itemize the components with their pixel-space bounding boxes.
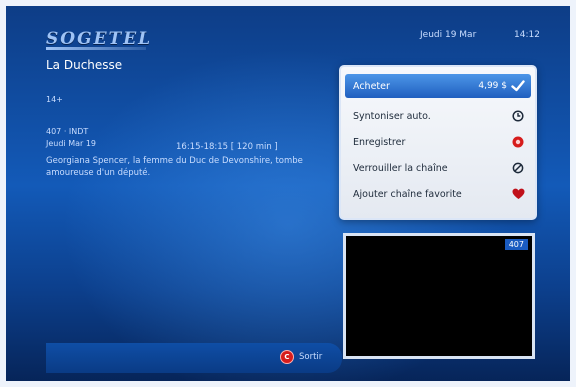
current-time: 14:12: [514, 30, 540, 40]
program-title: La Duchesse: [46, 58, 123, 72]
brand-logo: SOGETEL: [46, 29, 153, 49]
menu-item-label: Ajouter chaîne favorite: [353, 188, 462, 200]
heart-icon: [511, 187, 525, 201]
exit-key-icon: C: [280, 350, 294, 364]
program-rating: 14+: [46, 95, 63, 104]
menu-item-label: Acheter: [353, 80, 390, 92]
exit-label: Sortir: [299, 352, 323, 362]
program-day: Jeudi Mar 19: [46, 139, 97, 148]
checkmark-icon: [511, 79, 525, 93]
lock-icon: [511, 161, 525, 175]
menu-item-add-favorite[interactable]: Ajouter chaîne favorite: [345, 182, 531, 206]
brand-logo-underline: [46, 47, 146, 50]
menu-item-label: Syntoniser auto.: [353, 110, 431, 122]
menu-item-label: Enregistrer: [353, 136, 406, 148]
menu-item-label: Verrouiller la chaîne: [353, 162, 448, 174]
buy-price: 4,99 $: [478, 81, 507, 91]
tv-guide-screen: SOGETEL Jeudi 19 Mar 14:12 La Duchesse 1…: [0, 0, 576, 387]
exit-button[interactable]: C Sortir: [280, 349, 322, 365]
action-menu: Acheter 4,99 $ Syntoniser auto. Enregist…: [339, 65, 537, 220]
record-icon: [511, 135, 525, 149]
program-channel: 407 · INDT: [46, 127, 89, 136]
channel-preview-window: 407: [343, 233, 535, 359]
menu-item-lock-channel[interactable]: Verrouiller la chaîne: [345, 156, 531, 180]
program-time-range: 16:15-18:15 [ 120 min ]: [176, 142, 278, 152]
program-synopsis: Georgiana Spencer, la femme du Duc de De…: [46, 156, 303, 178]
current-date: Jeudi 19 Mar: [420, 30, 477, 40]
menu-item-record[interactable]: Enregistrer: [345, 130, 531, 154]
preview-channel-number: 407: [504, 239, 528, 250]
menu-item-auto-tune[interactable]: Syntoniser auto.: [345, 104, 531, 128]
clock-icon: [511, 109, 525, 123]
menu-item-buy[interactable]: Acheter 4,99 $: [345, 74, 531, 98]
